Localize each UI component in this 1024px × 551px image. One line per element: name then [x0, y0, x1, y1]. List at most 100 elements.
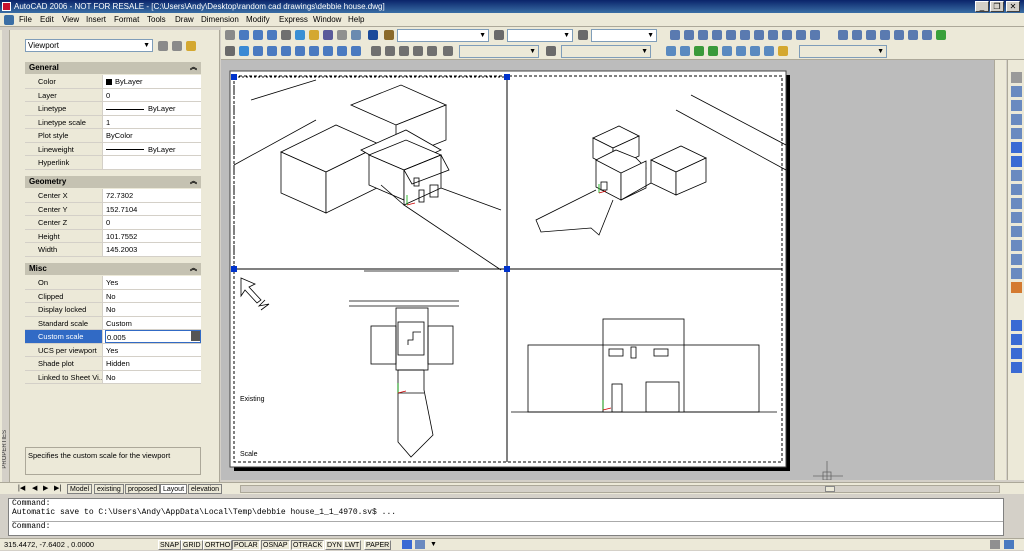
mirror-icon[interactable]: [1011, 100, 1022, 111]
tab-model[interactable]: Model: [67, 484, 93, 494]
calculator-icon[interactable]: [351, 30, 361, 40]
view-iso-4-icon[interactable]: [323, 46, 333, 56]
dim-style-icon[interactable]: [494, 30, 504, 40]
tab-nav-next[interactable]: ▶: [43, 484, 48, 492]
tab-existing[interactable]: existing: [94, 484, 124, 494]
viewports-2-icon[interactable]: [385, 46, 395, 56]
property-value[interactable]: Yes: [105, 276, 201, 289]
layer-state-dropdown[interactable]: ▼: [561, 45, 651, 58]
property-row-linked-to-sheet-vi[interactable]: Linked to Sheet Vi... No: [25, 370, 201, 384]
rotate-icon[interactable]: [1011, 156, 1022, 167]
tool-palettes-icon[interactable]: [309, 30, 319, 40]
viewports-3-icon[interactable]: [399, 46, 409, 56]
tab-layout[interactable]: Layout: [160, 484, 188, 494]
scale-icon[interactable]: [1011, 170, 1022, 181]
property-value[interactable]: No: [105, 303, 201, 316]
layer-tool-10-icon[interactable]: [796, 30, 806, 40]
lwt-toggle[interactable]: LWT: [343, 540, 362, 550]
view-top-icon[interactable]: [253, 46, 263, 56]
otrack-toggle[interactable]: OTRACK: [291, 540, 325, 550]
property-row-hyperlink[interactable]: Hyperlink: [25, 156, 201, 170]
orbit-3-icon[interactable]: [694, 46, 704, 56]
copy-icon[interactable]: [1011, 86, 1022, 97]
view-iso-2-icon[interactable]: [295, 46, 305, 56]
layer-tool-9-icon[interactable]: [782, 30, 792, 40]
property-value[interactable]: Yes: [105, 344, 201, 357]
text-style-dropdown[interactable]: ▼: [397, 29, 489, 42]
property-value[interactable]: ByColor: [105, 129, 201, 142]
trim-icon[interactable]: [1011, 198, 1022, 209]
tab-nav-prev[interactable]: ◀: [32, 484, 37, 492]
quick-select-icon[interactable]: [186, 41, 196, 51]
layout-canvas[interactable]: Existing Scale: [221, 60, 994, 481]
tray-settings-icon[interactable]: [1004, 540, 1014, 549]
viewports-5-icon[interactable]: [427, 46, 437, 56]
polar-toggle[interactable]: POLAR: [232, 540, 260, 550]
property-row-height[interactable]: Height 101.7552: [25, 229, 201, 243]
property-row-on[interactable]: On Yes: [25, 276, 201, 290]
property-row-plot-style[interactable]: Plot style ByColor: [25, 129, 201, 143]
orbit-4-icon[interactable]: [708, 46, 718, 56]
maximize-viewport-icon[interactable]: [402, 540, 412, 549]
property-value[interactable]: 1: [105, 116, 201, 129]
snap-toggle[interactable]: SNAP: [158, 540, 182, 550]
property-row-ucs-per-viewport[interactable]: UCS per viewport Yes: [25, 343, 201, 357]
array-icon[interactable]: [1011, 128, 1022, 139]
property-row-center-y[interactable]: Center Y 152.7104: [25, 202, 201, 216]
property-row-linetype-scale[interactable]: Linetype scale 1: [25, 115, 201, 129]
orbit-6-icon[interactable]: [736, 46, 746, 56]
toggle-pickadd-icon[interactable]: [158, 41, 168, 51]
property-row-layer[interactable]: Layer 0: [25, 88, 201, 102]
layer-tool-1-icon[interactable]: [670, 30, 680, 40]
orbit-8-icon[interactable]: [764, 46, 774, 56]
menu-dimension[interactable]: Dimension: [201, 15, 239, 24]
command-window[interactable]: Command: Automatic save to C:\Users\Andy\…: [8, 498, 1004, 536]
extend-icon[interactable]: [1011, 212, 1022, 223]
dim-style-dropdown[interactable]: ▼: [507, 29, 573, 42]
menu-format[interactable]: Format: [114, 15, 139, 24]
pan-icon[interactable]: [225, 30, 235, 40]
menu-file[interactable]: File: [19, 15, 32, 24]
property-value[interactable]: 72.7302: [105, 189, 201, 202]
sheet-set-icon[interactable]: [323, 30, 333, 40]
viewports-icon[interactable]: [371, 46, 381, 56]
osnap-toggle[interactable]: OSNAP: [261, 540, 290, 550]
layer-tool-19-icon[interactable]: [936, 30, 946, 40]
text-style-icon[interactable]: [384, 30, 394, 40]
view-iso-3-icon[interactable]: [309, 46, 319, 56]
property-row-linetype[interactable]: Linetype ByLayer: [25, 102, 201, 116]
table-style-icon[interactable]: [578, 30, 588, 40]
draworder-2-icon[interactable]: [1011, 334, 1022, 345]
layer-manager-icon[interactable]: [225, 46, 235, 56]
menu-draw[interactable]: Draw: [175, 15, 194, 24]
communication-center-icon[interactable]: [990, 540, 1000, 549]
property-row-standard-scale[interactable]: Standard scale Custom: [25, 316, 201, 330]
object-type-select[interactable]: Viewport ▼: [25, 39, 153, 52]
property-row-lineweight[interactable]: Lineweight ByLayer: [25, 142, 201, 156]
style-icon[interactable]: [546, 46, 556, 56]
property-row-center-z[interactable]: Center Z0: [25, 216, 201, 230]
property-row-center-x[interactable]: Center X 72.7302: [25, 189, 201, 203]
orbit-2-icon[interactable]: [680, 46, 690, 56]
section-misc[interactable]: Misc ︽: [25, 263, 201, 275]
restore-button[interactable]: ❐: [990, 1, 1004, 12]
zoom-window-icon[interactable]: [253, 30, 263, 40]
tab-nav-last[interactable]: ▶|: [54, 484, 61, 492]
draworder-3-icon[interactable]: [1011, 348, 1022, 359]
status-menu-icon[interactable]: ▼: [430, 539, 437, 550]
property-value[interactable]: ByLayer: [105, 102, 201, 115]
viewports-4-icon[interactable]: [413, 46, 423, 56]
property-value[interactable]: No: [105, 290, 201, 303]
document-icon[interactable]: [4, 15, 14, 25]
property-row-custom-scale[interactable]: Custom scale 0.005: [25, 330, 201, 344]
autocad-app-icon[interactable]: [2, 2, 11, 11]
view-iso-6-icon[interactable]: [351, 46, 361, 56]
menu-express[interactable]: Express: [279, 15, 308, 24]
move-icon[interactable]: [1011, 142, 1022, 153]
property-row-display-locked[interactable]: Display locked No: [25, 303, 201, 317]
menu-view[interactable]: View: [62, 15, 79, 24]
tab-nav-first[interactable]: |◀: [18, 484, 25, 492]
property-value[interactable]: 0: [105, 216, 201, 229]
property-value[interactable]: 0: [105, 89, 201, 102]
section-general[interactable]: General ︽: [25, 62, 201, 74]
